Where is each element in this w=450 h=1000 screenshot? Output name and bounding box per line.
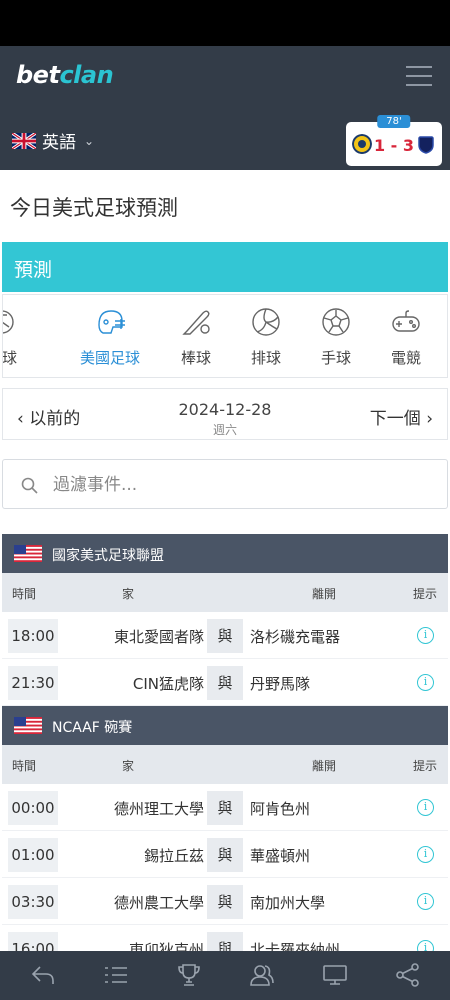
versus-label: 與 (207, 619, 243, 653)
back-icon[interactable] (30, 963, 56, 987)
column-tip: 提示 (413, 759, 438, 773)
chevron-right-icon: › (426, 409, 433, 429)
match-row[interactable]: 01:00 錫拉丘茲 與 華盛頓州 i (2, 831, 448, 878)
sport-tab-american-football[interactable]: 美國足球 (75, 295, 145, 377)
search-icon (21, 477, 38, 494)
sport-tab-handball[interactable]: 手球 (301, 295, 371, 377)
match-time: 18:00 (8, 619, 58, 653)
league-header-nfl[interactable]: 國家美式足球聯盟 (2, 534, 448, 573)
away-team: 華盛頓州 (250, 847, 311, 865)
event-filter (2, 459, 448, 509)
away-team: 洛杉磯充電器 (250, 628, 341, 646)
info-icon[interactable]: i (417, 846, 434, 863)
sport-tab-esports[interactable]: 電競 (371, 295, 441, 377)
away-team: 丹野馬隊 (250, 675, 311, 693)
next-day-button[interactable]: 下一個 › (370, 404, 433, 429)
column-header: 時間 家 離開 提示 (2, 745, 448, 784)
column-header: 時間 家 離開 提示 (2, 573, 448, 612)
column-time: 時間 (12, 587, 37, 601)
users-icon[interactable] (249, 963, 275, 987)
match-row[interactable]: 00:00 德州理工大學 與 阿肯色州 i (2, 784, 448, 831)
baseball-icon (182, 310, 210, 335)
home-team: 錫拉丘茲 (143, 847, 204, 865)
versus-label: 與 (207, 838, 243, 872)
sports-tabs: 棍球 美國足球 棒球 排球 手球 電競 (2, 294, 448, 378)
menu-icon[interactable] (406, 66, 432, 86)
home-team: 東北愛國者隊 (113, 628, 204, 646)
page-title: 今日美式足球預測 (10, 196, 178, 220)
us-flag-icon (14, 545, 42, 562)
trophy-icon[interactable] (176, 963, 202, 987)
match-time: 01:00 (8, 838, 58, 872)
top-bar: betclan (0, 46, 450, 108)
match-row[interactable]: 18:00 東北愛國者隊 與 洛杉磯充電器 i (2, 612, 448, 659)
uk-flag-icon (12, 132, 36, 149)
sport-tab-baseball[interactable]: 棒球 (161, 295, 231, 377)
language-selector[interactable]: 英語 ⌄ (12, 128, 94, 153)
handball-icon (322, 308, 350, 336)
match-minute-badge: 78' (377, 115, 411, 128)
versus-label: 與 (207, 791, 243, 825)
live-score-card[interactable]: 78' 1 - 3 (346, 115, 442, 166)
column-home: 家 (122, 587, 135, 601)
league-name: 國家美式足球聯盟 (52, 548, 164, 564)
predictions-header: 預測 (2, 242, 448, 292)
sport-tab-hockey[interactable]: 棍球 (3, 295, 37, 377)
sport-tab-volleyball[interactable]: 排球 (231, 295, 301, 377)
status-bar (0, 0, 450, 46)
sub-bar: 英語 ⌄ 78' 1 - 3 (0, 108, 450, 170)
away-team-logo-icon (418, 136, 434, 154)
column-away: 離開 (312, 759, 337, 773)
hockey-icon (3, 310, 14, 334)
column-away: 離開 (312, 587, 337, 601)
column-time: 時間 (12, 759, 37, 773)
column-home: 家 (122, 759, 135, 773)
league-header-ncaaf[interactable]: NCAAF 碗賽 (2, 706, 448, 745)
us-flag-icon (14, 717, 42, 734)
list-icon[interactable] (103, 963, 129, 987)
info-icon[interactable]: i (417, 674, 434, 691)
info-icon[interactable]: i (417, 893, 434, 910)
volleyball-icon (252, 308, 280, 336)
search-input[interactable] (53, 472, 423, 498)
brand-logo[interactable]: betclan (16, 61, 114, 89)
match-time: 21:30 (8, 666, 58, 700)
gamepad-icon (392, 310, 420, 332)
home-team: 德州理工大學 (113, 800, 204, 818)
versus-label: 與 (207, 885, 243, 919)
column-tip: 提示 (413, 587, 438, 601)
match-row[interactable]: 21:30 CIN猛虎隊 與 丹野馬隊 i (2, 659, 448, 706)
bottom-navigation (0, 951, 450, 1000)
info-icon[interactable]: i (417, 627, 434, 644)
league-name: NCAAF 碗賽 (52, 720, 133, 736)
info-icon[interactable]: i (417, 799, 434, 816)
away-team: 阿肯色州 (250, 800, 311, 818)
monitor-icon[interactable] (322, 963, 348, 987)
date-navigator: ‹ 以前的 2024-12-28 週六 下一個 › (2, 388, 448, 440)
football-helmet-icon (98, 310, 125, 334)
versus-label: 與 (207, 666, 243, 700)
share-icon[interactable] (395, 963, 421, 987)
home-team: 德州農工大學 (113, 894, 204, 912)
language-label: 英語 (42, 133, 76, 153)
home-team: CIN猛虎隊 (132, 675, 204, 693)
match-row[interactable]: 03:30 德州農工大學 與 南加州大學 i (2, 878, 448, 925)
chevron-down-icon: ⌄ (84, 133, 95, 148)
match-time: 03:30 (8, 885, 58, 919)
away-team: 南加州大學 (250, 894, 326, 912)
match-time: 00:00 (8, 791, 58, 825)
